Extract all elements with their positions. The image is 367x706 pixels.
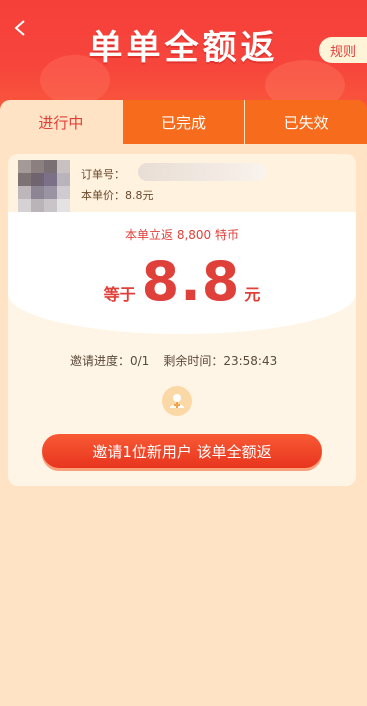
amount-value: 8.8	[141, 250, 241, 313]
add-user-icon[interactable]	[162, 386, 192, 416]
order-card: 订单号： 本单价：8.8元 本单立返 8,800 特币 等于 8.8 元 邀请进…	[8, 154, 356, 486]
remaining-time-text: 剩余时间：23:58:43	[163, 354, 278, 368]
invite-button[interactable]: 邀请1位新用户 该单全额返	[42, 434, 322, 468]
tab-completed[interactable]: 已完成	[121, 100, 245, 144]
order-number-label: 订单号：	[81, 168, 125, 181]
order-summary: 订单号： 本单价：8.8元	[8, 154, 356, 216]
order-number-masked	[138, 163, 266, 181]
reward-amount: 等于 8.8 元	[8, 250, 356, 313]
invite-progress: 邀请进度：0/1 剩余时间：23:58:43	[70, 352, 277, 369]
page-title: 单单全额返	[88, 28, 279, 68]
tab-bar: 进行中 已完成 已失效	[0, 100, 367, 144]
rules-button[interactable]: 规则	[319, 37, 367, 63]
product-thumbnail	[18, 160, 70, 212]
invite-progress-text: 邀请进度：0/1	[70, 354, 150, 368]
order-price: 本单价：8.8元	[81, 189, 154, 202]
rebate-text: 本单立返 8,800 特币	[125, 228, 239, 242]
tab-expired[interactable]: 已失效	[244, 100, 367, 144]
tab-in-progress[interactable]: 进行中	[0, 100, 122, 144]
equal-label: 等于	[103, 285, 136, 304]
amount-unit: 元	[244, 285, 261, 304]
